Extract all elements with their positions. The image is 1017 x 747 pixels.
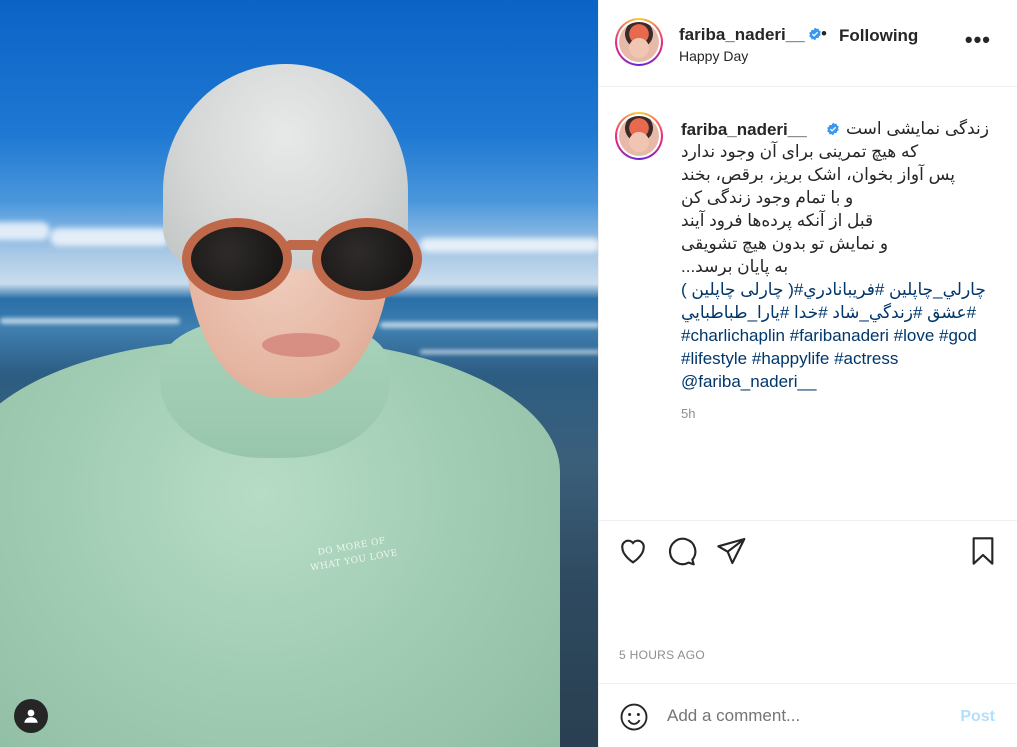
caption-text: fariba_naderi__ زندگی نمایشی است که هیچ … — [681, 117, 1001, 393]
hashtag-line[interactable]: #lifestyle #happylife #actress — [681, 347, 1001, 370]
bookmark-icon[interactable] — [967, 535, 999, 567]
cloud — [50, 228, 170, 246]
location-link[interactable]: Happy Day — [679, 48, 748, 64]
caption-line: که هیچ تمرینی برای آن وجود ندارد — [681, 142, 919, 161]
post-comment-button[interactable]: Post — [960, 708, 995, 726]
more-options-icon[interactable]: ••• — [965, 29, 991, 51]
emoji-icon[interactable] — [619, 702, 649, 732]
post-timestamp[interactable]: 5 HOURS AGO — [619, 648, 705, 662]
hashtag-line[interactable]: چارلي_چاپلين #فريبانادري#( چارلی چاپلین … — [681, 278, 1001, 301]
wave — [420, 350, 598, 354]
user-icon — [24, 709, 38, 723]
separator-dot: • — [821, 24, 827, 43]
following-button[interactable]: Following — [839, 26, 918, 46]
post-panel: fariba_naderi__ • Following Happy Day ••… — [598, 0, 1017, 747]
heart-icon[interactable] — [617, 535, 649, 567]
caption-time-ago[interactable]: 5h — [681, 406, 695, 421]
comment-input[interactable] — [667, 706, 937, 726]
mention-link[interactable]: @fariba_naderi__ — [681, 370, 1001, 393]
caption-line: به پایان برسد... — [681, 257, 789, 276]
wave — [380, 322, 598, 328]
paper-plane-icon[interactable] — [715, 535, 747, 567]
caption-avatar[interactable] — [615, 112, 663, 160]
caption-line: قبل از آنکه پرده‌ها فرود آیند — [681, 211, 874, 230]
action-bar — [617, 535, 999, 575]
caption-username-link[interactable]: fariba_naderi__ — [681, 118, 807, 141]
username-link[interactable]: fariba_naderi__ — [679, 25, 822, 45]
caption-line: و نمایش تو بدون هیچ تشویقی — [681, 234, 889, 253]
hashtag-line[interactable]: #عشق #زندگي_شاد #خدا #يارا_طباطبايي — [681, 301, 1001, 324]
wave — [0, 318, 180, 324]
post-photo[interactable]: DO MORE OF WHAT YOU LOVE — [0, 0, 598, 747]
post-header: fariba_naderi__ • Following Happy Day ••… — [599, 0, 1017, 87]
hashtag-line[interactable]: #charlichaplin #faribanaderi #love #god — [681, 324, 1001, 347]
caption-line: زندگی نمایشی است — [845, 119, 989, 138]
lips — [262, 333, 340, 357]
tagged-users-button[interactable] — [14, 699, 48, 733]
caption-section: fariba_naderi__ زندگی نمایشی است که هیچ … — [599, 88, 1017, 521]
sunglasses — [182, 218, 422, 304]
verified-badge-icon — [808, 27, 821, 41]
verified-badge-icon — [823, 118, 840, 141]
avatar[interactable] — [615, 18, 663, 66]
cloud — [420, 238, 598, 252]
comment-icon[interactable] — [665, 535, 697, 567]
comment-bar: Post — [599, 683, 1017, 747]
caption-line: و با تمام وجود زندگی کن — [681, 188, 854, 207]
caption-line: پس آواز بخوان، اشک بریز، برقص، بخند — [681, 165, 955, 184]
cloud — [0, 222, 50, 240]
